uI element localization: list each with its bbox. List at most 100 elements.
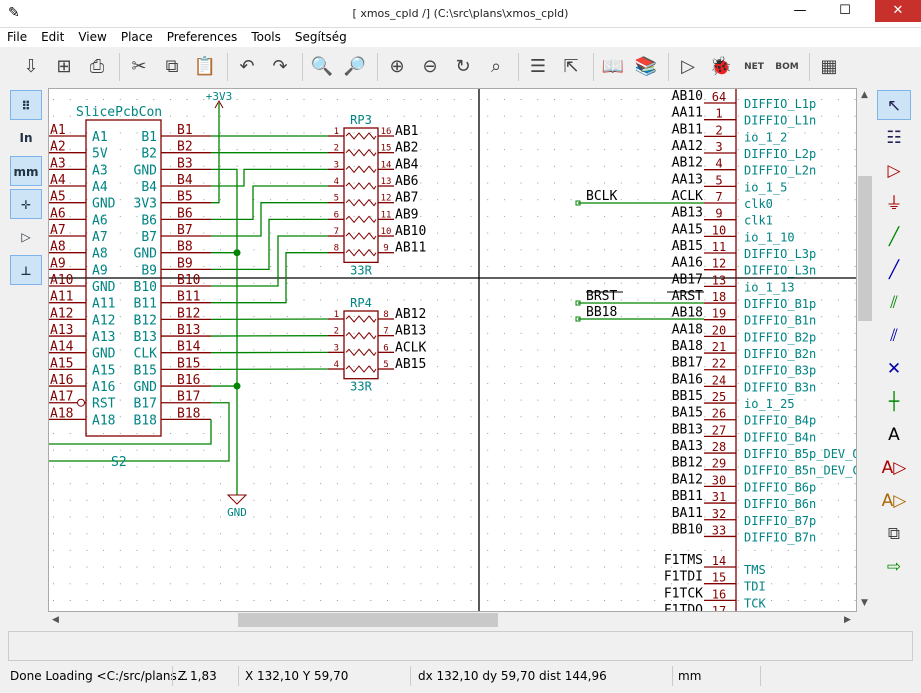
net-label: AA15	[672, 222, 703, 237]
save-button[interactable]: ⇩	[16, 52, 46, 82]
scroll-down-icon[interactable]: ▼	[861, 598, 868, 608]
net-label-bclk: BCLK	[586, 189, 617, 204]
horizontal-scrollbar[interactable]: ◀ ▶	[48, 612, 857, 628]
bom-button[interactable]: BOM	[772, 52, 802, 82]
zoom-fit-button[interactable]: ⌕	[481, 52, 511, 82]
page-settings-button[interactable]: ⊞	[49, 52, 79, 82]
maximize-button[interactable]: ☐	[830, 0, 860, 22]
pin-number: 13	[381, 177, 392, 187]
find-replace-icon: 🔎	[343, 56, 367, 77]
pin-name: A3	[92, 163, 108, 178]
pin-number: 8	[383, 310, 388, 320]
pin-number: 3	[334, 343, 339, 353]
toolbar-separator	[302, 53, 303, 81]
import-sheet-pin-button[interactable]: ⇨	[877, 552, 911, 582]
hierarchical-sheet-button[interactable]: ⧉	[877, 519, 911, 549]
library-browser-button[interactable]: 📚	[631, 52, 661, 82]
pin-name: A4	[92, 180, 108, 195]
find-replace-button[interactable]: 🔎	[340, 52, 370, 82]
pin-name: B9	[141, 263, 157, 278]
hierarchical-label-button[interactable]: A▷	[877, 486, 911, 516]
hierarchy-button[interactable]: ☰	[523, 52, 553, 82]
erc-button[interactable]: 🐞	[706, 52, 736, 82]
horizontal-scroll-thumb[interactable]	[238, 613, 498, 627]
undo-button[interactable]: ↶	[232, 52, 262, 82]
annotate-icon: ▷	[681, 56, 695, 77]
redo-button[interactable]: ↷	[265, 52, 295, 82]
vertical-scrollbar[interactable]: ▲ ▼	[857, 88, 873, 612]
find-button[interactable]: 🔍	[307, 52, 337, 82]
scroll-left-icon[interactable]: ◀	[52, 615, 59, 625]
netlist-button[interactable]: NET	[739, 52, 769, 82]
select-button[interactable]: ↖	[877, 90, 911, 120]
net-label-button[interactable]: A	[877, 420, 911, 450]
scroll-right-icon[interactable]: ▶	[844, 615, 851, 625]
schematic-drawing[interactable]: SlicePcbCon A1 A1 B1 B1 A2 5V B2 B2 A3 A3 GND B3 A4 A4…	[49, 89, 857, 612]
resistor-zigzag	[345, 315, 377, 323]
scroll-up-icon[interactable]: ▲	[861, 90, 868, 100]
place-power-button[interactable]: ⏚	[877, 189, 911, 219]
wire-angle-toggle[interactable]: ⊥	[10, 255, 42, 285]
cut-button[interactable]: ✂	[124, 52, 154, 82]
paste-button[interactable]: 📋	[190, 52, 220, 82]
pin-number: 64	[712, 90, 726, 104]
pin-number: 28	[712, 440, 726, 454]
toolbar-separator	[518, 53, 519, 81]
annotate-button[interactable]: ▷	[673, 52, 703, 82]
pin-label: A14	[50, 340, 74, 355]
redraw-button[interactable]: ↻	[448, 52, 478, 82]
pin-name: B6	[141, 213, 157, 228]
leave-sheet-button[interactable]: ⇱	[556, 52, 586, 82]
net-label: F1TMS	[664, 553, 703, 568]
place-component-button[interactable]: ▷	[877, 156, 911, 186]
net-label: AB10	[672, 89, 703, 104]
net-label: BB17	[672, 356, 703, 371]
menu-edit[interactable]: Edit	[34, 28, 71, 47]
netlist-icon: NET	[744, 62, 764, 72]
menu-place[interactable]: Place	[114, 28, 160, 47]
junction-button[interactable]: ┼	[877, 387, 911, 417]
zoom-in-button[interactable]: ⊕	[382, 52, 412, 82]
global-label-button[interactable]: A▷	[877, 453, 911, 483]
library-editor-button[interactable]: 📖	[598, 52, 628, 82]
bus-entry-button[interactable]: ⫽	[877, 321, 911, 351]
wire	[211, 168, 328, 187]
pin-label: B5	[177, 190, 193, 205]
hierarchy-navigator-button[interactable]: ☷	[877, 123, 911, 153]
cursor-shape-toggle[interactable]: ✛	[10, 189, 42, 219]
pin-label: A6	[50, 206, 66, 221]
menu-file[interactable]: File	[0, 28, 34, 47]
menu-segítség[interactable]: Segítség	[288, 28, 354, 47]
no-connect-button[interactable]: ✕	[877, 354, 911, 384]
schematic-canvas[interactable]: SlicePcbCon A1 A1 B1 B1 A2 5V B2 B2 A3 A3 GND B3 A4 A4…	[48, 88, 857, 612]
hidden-pins-toggle[interactable]: ▷	[10, 222, 42, 252]
rp3-reference: RP3	[350, 113, 372, 127]
minimize-button[interactable]: —	[785, 0, 815, 22]
wire-entry-button[interactable]: ⫽	[877, 288, 911, 318]
inverted-pin-bubble	[77, 398, 85, 407]
grid-toggle[interactable]: ⠿	[10, 90, 42, 120]
net-label: ARST	[672, 289, 703, 304]
zoom-out-button[interactable]: ⊖	[415, 52, 445, 82]
copy-button[interactable]: ⧉	[157, 52, 187, 82]
place-bus-button[interactable]: ╱	[877, 255, 911, 285]
place-bus-icon: ╱	[888, 260, 900, 280]
pin-name: DIFFIO_B6p	[744, 480, 816, 494]
pin-name: DIFFIO_L2p	[744, 147, 816, 161]
pin-number: 14	[381, 160, 392, 170]
inch-units-toggle[interactable]: In	[10, 123, 42, 153]
pcbnew-button[interactable]: ▦	[814, 52, 844, 82]
pin-number: 5	[334, 194, 339, 204]
pin-number: 22	[712, 357, 726, 371]
menu-tools[interactable]: Tools	[244, 28, 288, 47]
mm-units-toggle[interactable]: mm	[10, 156, 42, 186]
print-button[interactable]: ⎙	[82, 52, 112, 82]
place-wire-button[interactable]: ╱	[877, 222, 911, 252]
pin-name: B18	[134, 413, 157, 428]
close-button[interactable]: ✕	[875, 0, 921, 22]
menu-view[interactable]: View	[71, 28, 113, 47]
pin-number: 20	[712, 323, 726, 337]
vertical-scroll-thumb[interactable]	[858, 176, 872, 321]
menu-preferences[interactable]: Preferences	[160, 28, 245, 47]
net-label: AB13	[672, 206, 703, 221]
